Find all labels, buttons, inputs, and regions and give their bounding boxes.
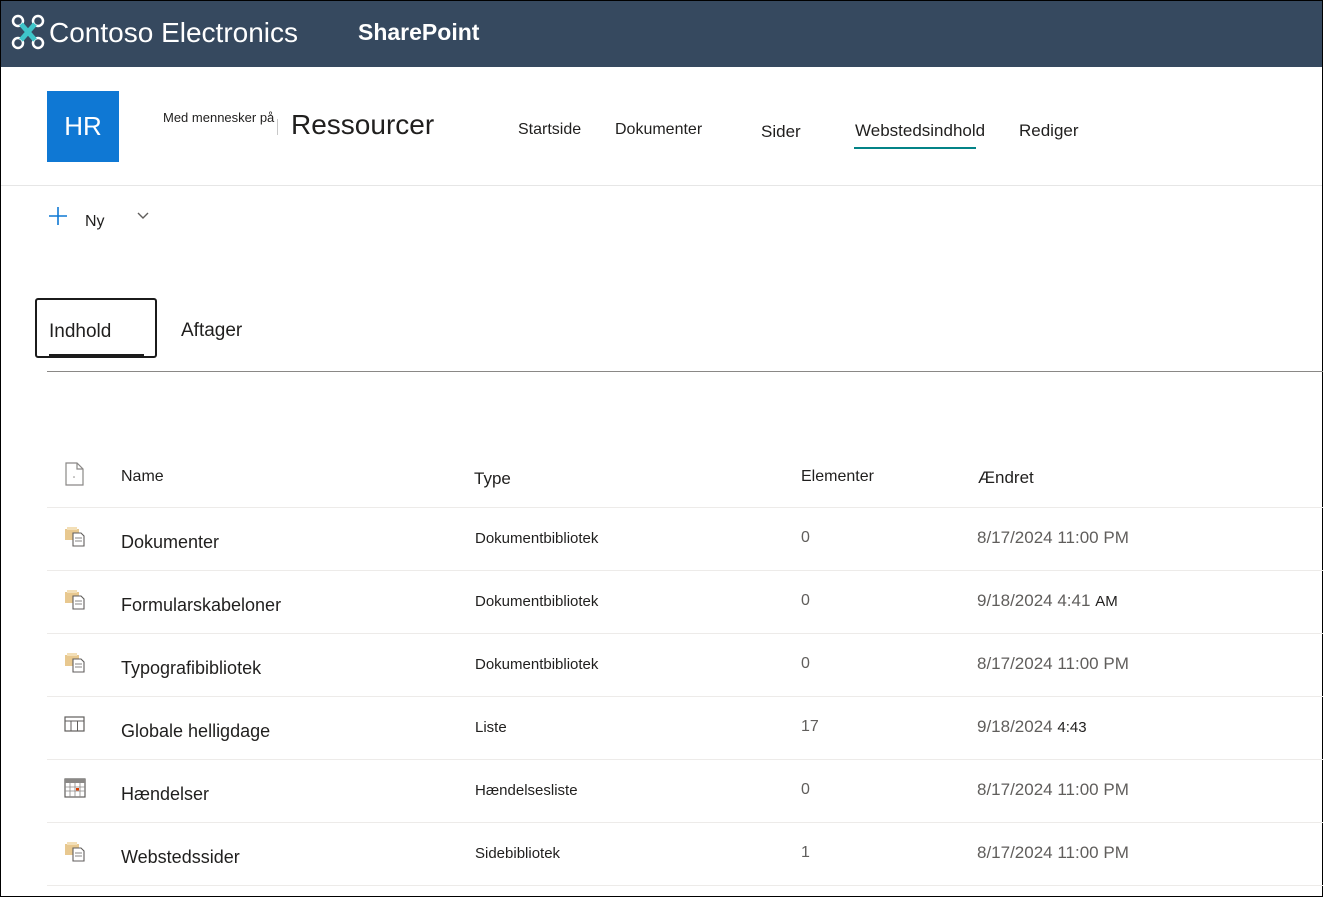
list-item[interactable]: Typografibibliotek Dokumentbibliotek 0 8/17… <box>47 634 1323 697</box>
calendar-icon <box>63 776 87 800</box>
column-header-items[interactable]: Elementer <box>801 468 874 486</box>
column-header-modified[interactable]: Ændret <box>978 468 1034 488</box>
item-modified-date: 8/17/2024 11:00 PM <box>977 843 1129 862</box>
item-count: 0 <box>801 655 810 672</box>
item-name[interactable]: Formularskabeloner <box>121 595 281 616</box>
tab-content[interactable]: Indhold <box>35 298 157 358</box>
list-item[interactable]: Formularskabeloner Dokumentbibliotek 0 9/18… <box>47 571 1323 634</box>
new-button[interactable]: Ny <box>47 205 105 230</box>
item-modified-suffix: 4:43 <box>1057 719 1087 736</box>
contoso-logo-icon[interactable] <box>11 14 45 50</box>
item-count: 1 <box>801 844 810 861</box>
item-count: 0 <box>801 781 810 798</box>
nav-item-webstedsindhold[interactable]: Webstedsindhold <box>855 121 985 141</box>
site-pre-title: Med mennesker på <box>163 110 275 125</box>
item-modified: 8/17/2024 11:00 PM <box>977 528 1129 548</box>
column-header-name[interactable]: Name <box>121 468 164 486</box>
item-modified-date: 9/18/2024 <box>977 717 1053 736</box>
item-modified-date: 8/17/2024 11:00 PM <box>977 780 1129 799</box>
nav-item-dokumenter[interactable]: Dokumenter <box>615 121 702 139</box>
item-name[interactable]: Globale helligdage <box>121 721 270 742</box>
item-name[interactable]: Webstedssider <box>121 847 240 868</box>
list-header: Name Type Elementer Ændret <box>47 446 1323 508</box>
item-modified: 9/18/2024 4:41 AM <box>977 591 1118 611</box>
library-icon <box>63 587 87 611</box>
list-icon <box>63 713 87 737</box>
item-modified: 8/17/2024 11:00 PM <box>977 780 1129 800</box>
item-modified-date: 9/18/2024 4:41 <box>977 591 1091 610</box>
tab-divider <box>47 371 1323 372</box>
title-separator <box>277 119 278 135</box>
nav-active-indicator <box>854 147 976 149</box>
app-name[interactable]: SharePoint <box>358 19 479 46</box>
site-logo[interactable]: HR <box>47 91 119 162</box>
suite-bar: Contoso Electronics SharePoint <box>1 1 1322 67</box>
nav-item-sider[interactable]: Sider <box>761 122 801 142</box>
item-count: 0 <box>801 529 810 546</box>
list-item[interactable]: Globale helligdage Liste 17 9/18/2024 4:43 <box>47 697 1323 760</box>
item-modified: 8/17/2024 11:00 PM <box>977 654 1129 674</box>
list-item[interactable]: Hændelser Hændelsesliste 0 8/17/2024 11:00 … <box>47 760 1323 823</box>
list-item[interactable]: Dokumenter Dokumentbibliotek 0 8/17/2024 11… <box>47 508 1323 571</box>
tab-active-underline <box>49 354 144 356</box>
item-modified-date: 8/17/2024 11:00 PM <box>977 528 1129 547</box>
item-type: Liste <box>475 719 507 736</box>
site-title[interactable]: Ressourcer <box>291 109 434 141</box>
nav-item-rediger[interactable]: Rediger <box>1019 121 1079 141</box>
item-type: Dokumentbibliotek <box>475 656 599 673</box>
item-modified-date: 8/17/2024 11:00 PM <box>977 654 1129 673</box>
item-name[interactable]: Dokumenter <box>121 532 219 553</box>
library-icon <box>63 650 87 674</box>
tab-content-label: Indhold <box>49 321 112 342</box>
tab-subsites[interactable]: Aftager <box>181 320 242 342</box>
item-type: Dokumentbibliotek <box>475 530 599 547</box>
item-count: 17 <box>801 718 819 735</box>
site-header: HR Med mennesker på Ressourcer Startside… <box>1 67 1322 186</box>
column-header-type[interactable]: Type <box>474 469 511 489</box>
item-modified: 8/17/2024 11:00 PM <box>977 843 1129 863</box>
site-contents-list: Name Type Elementer Ændret Dokumenter Dok… <box>47 446 1323 886</box>
new-button-label: Ny <box>85 213 105 230</box>
file-type-icon[interactable] <box>63 462 87 486</box>
library-icon <box>63 524 87 548</box>
item-modified-suffix: AM <box>1095 593 1118 610</box>
item-name[interactable]: Hændelser <box>121 784 209 805</box>
item-count: 0 <box>801 592 810 609</box>
brand-name[interactable]: Contoso Electronics <box>49 17 298 49</box>
add-icon <box>47 205 71 230</box>
item-type: Dokumentbibliotek <box>475 593 599 610</box>
item-modified: 9/18/2024 4:43 <box>977 717 1087 737</box>
site-logo-text: HR <box>64 111 102 141</box>
item-type: Sidebibliotek <box>475 845 561 862</box>
library-icon <box>63 839 87 863</box>
item-name[interactable]: Typografibibliotek <box>121 658 261 679</box>
list-item[interactable]: Webstedssider Sidebibliotek 1 8/17/2024 11:… <box>47 823 1323 886</box>
chevron-down-icon[interactable] <box>137 209 149 223</box>
item-type: Hændelsesliste <box>475 782 578 799</box>
nav-item-startside[interactable]: Startside <box>518 121 581 139</box>
